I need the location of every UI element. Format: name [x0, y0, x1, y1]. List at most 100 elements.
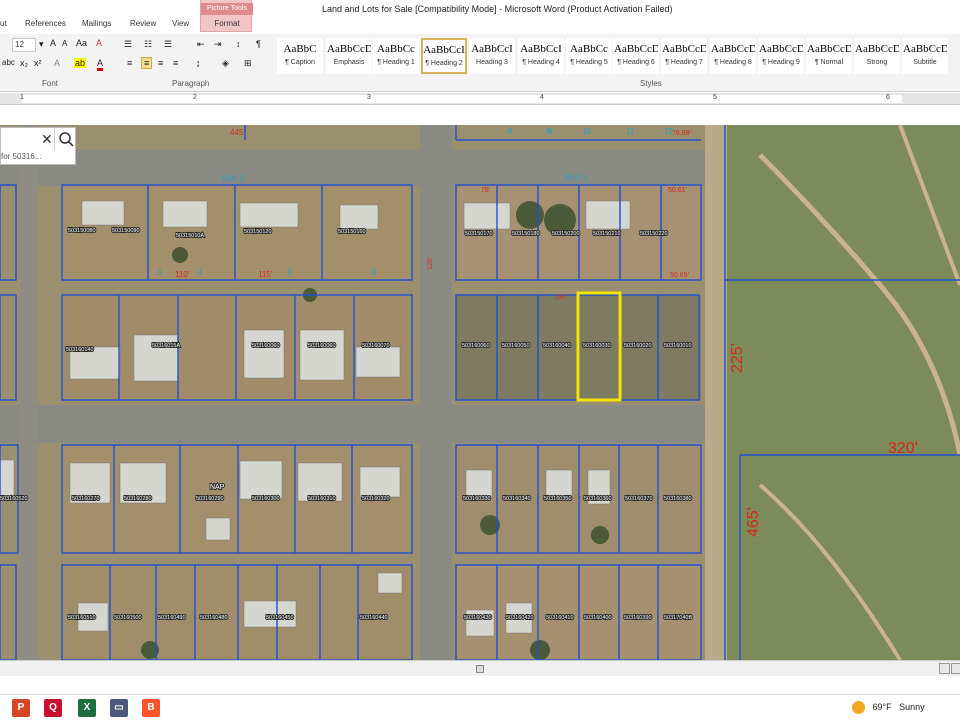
numbering-icon[interactable]: ☷ [144, 39, 152, 50]
style-tile[interactable]: AaBbCcDc Emphasis [326, 38, 372, 74]
style-tile[interactable]: AaBbCcDc ¶ Heading 8 [710, 38, 756, 74]
decrease-indent-icon[interactable]: ⇤ [197, 39, 205, 50]
style-tile[interactable]: AaBbCc ¶ Heading 1 [373, 38, 419, 74]
parcel-map-image[interactable]: 503150080 503150090 50315010A 503150120 5031… [0, 125, 960, 660]
brave-icon[interactable]: B [142, 699, 160, 717]
style-tile[interactable]: AaBbCcD Subtitle [902, 38, 948, 74]
tab-format[interactable]: Format [201, 19, 253, 28]
picture-tools-context-tab[interactable]: Picture Tools Format [200, 0, 253, 32]
lot-number-label: 8 [508, 127, 513, 136]
style-sample: AaBbCcDc [759, 43, 803, 55]
weather-condition: Sunny [899, 701, 925, 712]
align-center-icon[interactable]: ≡ [141, 57, 153, 69]
style-tile[interactable]: AaBbCc ¶ Heading 5 [566, 38, 612, 74]
shading-icon[interactable]: ◈ [222, 58, 229, 69]
parcel-number-label: 503160520 [0, 496, 28, 502]
bullets-icon[interactable]: ☰ [124, 39, 132, 50]
borders-icon[interactable]: ⊞ [244, 58, 252, 69]
print-layout-view-icon[interactable] [939, 663, 950, 674]
parcel-number-label: 503160350 [544, 496, 572, 502]
grow-font-icon[interactable]: A [50, 38, 56, 48]
style-tile[interactable]: AaBbCcDc ¶ Heading 9 [758, 38, 804, 74]
parcel-number-label: 503160480 [200, 615, 228, 621]
style-name: ¶ Caption [285, 59, 315, 66]
strikethrough-icon[interactable]: abc [2, 58, 15, 67]
style-sample: AaBbCcDc [711, 43, 755, 55]
style-tile[interactable]: AaBbCcDc ¶ Heading 6 [613, 38, 659, 74]
excel-icon[interactable]: X [78, 699, 96, 717]
ruler-number: 2 [193, 94, 197, 101]
style-tile[interactable]: AaBbCcDd Strong [854, 38, 900, 74]
text-effects-icon[interactable]: A [54, 58, 60, 68]
show-marks-icon[interactable]: ¶ [256, 39, 261, 49]
parcel-number-label: 503150180 [512, 231, 540, 237]
superscript-icon[interactable]: x² [34, 58, 42, 68]
parcel-number-label: 503160370 [625, 496, 653, 502]
multilevel-list-icon[interactable]: ☰ [164, 39, 172, 50]
dimension-label: 76.88' [672, 130, 691, 137]
lot-number-label: 4 [198, 268, 203, 277]
dimension-label: 465' [745, 507, 762, 537]
dimension-label: 115' [258, 270, 273, 279]
sun-icon [852, 701, 865, 714]
map-search-box[interactable]: ✕ for 50316... [0, 127, 76, 165]
subscript-icon[interactable]: x₂ [20, 58, 28, 68]
style-tile[interactable]: AaBbCcI ¶ Heading 2 [421, 38, 467, 74]
style-tile[interactable]: AaBbCcDc ¶ Normal [806, 38, 852, 74]
style-tile[interactable]: AaBbCcI ¶ Heading 4 [518, 38, 564, 74]
weather-temp: 69°F [872, 701, 892, 712]
scroll-thumb[interactable] [476, 665, 484, 673]
parcel-number-label: 503150200 [552, 231, 580, 237]
highlight-icon[interactable]: ab [74, 58, 87, 68]
nap-label: NAP [210, 484, 225, 491]
powerpoint-icon[interactable]: P [12, 699, 30, 717]
align-right-icon[interactable]: ≡ [158, 58, 163, 68]
justify-icon[interactable]: ≡ [173, 58, 178, 68]
clear-format-icon[interactable]: A [96, 38, 102, 48]
style-tile[interactable]: AaBbCcI Heading 3 [469, 38, 515, 74]
parcel-number-label: 503160360 [584, 496, 612, 502]
style-tile[interactable]: AaBbCcDc ¶ Heading 7 [661, 38, 707, 74]
change-case-icon[interactable]: Aa [76, 38, 87, 48]
style-tile[interactable]: AaBbC ¶ Caption [277, 38, 323, 74]
parcel-number-label: 503160320 [362, 496, 390, 502]
style-name: ¶ Heading 2 [425, 60, 463, 67]
search-icon[interactable] [54, 128, 76, 150]
font-size-dropdown-icon[interactable]: ▾ [39, 39, 44, 50]
parcel-number-label: 503160500 [114, 615, 142, 621]
style-sample: AaBbCcI [471, 43, 513, 55]
sort-icon[interactable]: ↕ [236, 39, 241, 49]
increase-indent-icon[interactable]: ⇥ [214, 39, 222, 50]
horizontal-ruler[interactable]: 1 2 3 4 5 6 [0, 93, 960, 105]
style-sample: AaBbCcD [903, 43, 947, 55]
parcel-number-label: 503160040 [543, 343, 571, 349]
app-icon[interactable]: ▭ [110, 699, 128, 717]
tab-references[interactable]: References [25, 19, 66, 28]
road [705, 125, 727, 660]
parcel-number-label: 503160420 [506, 615, 534, 621]
horizontal-scrollbar[interactable] [0, 660, 960, 676]
ruler-number: 5 [713, 94, 717, 101]
parcel-number-label: 503150120 [244, 229, 272, 235]
road [420, 125, 452, 660]
tab-layout[interactable]: ut [0, 19, 7, 28]
parcel-number-label: 503160400 [584, 615, 612, 621]
align-left-icon[interactable]: ≡ [127, 58, 132, 68]
tab-review[interactable]: Review [130, 19, 156, 28]
close-icon[interactable]: ✕ [41, 131, 53, 148]
font-color-icon[interactable]: A [97, 58, 104, 71]
ruler-number: 1 [20, 94, 24, 101]
full-screen-view-icon[interactable] [951, 663, 960, 674]
style-name: ¶ Heading 6 [617, 59, 655, 66]
line-spacing-icon[interactable]: ↨ [196, 58, 201, 68]
font-size-box[interactable]: 12 [12, 38, 36, 52]
search-input[interactable]: for 50316... [1, 152, 41, 161]
weather-widget[interactable]: 69°F Sunny [852, 701, 925, 714]
tab-mailings[interactable]: Mailings [82, 19, 111, 28]
style-name: Subtitle [913, 59, 937, 66]
shrink-font-icon[interactable]: A [62, 39, 67, 48]
quickbooks-icon[interactable]: Q [44, 699, 62, 717]
tab-view[interactable]: View [172, 19, 189, 28]
dimension-label: 445' [230, 128, 245, 137]
dimension-label: 150' [555, 295, 566, 301]
